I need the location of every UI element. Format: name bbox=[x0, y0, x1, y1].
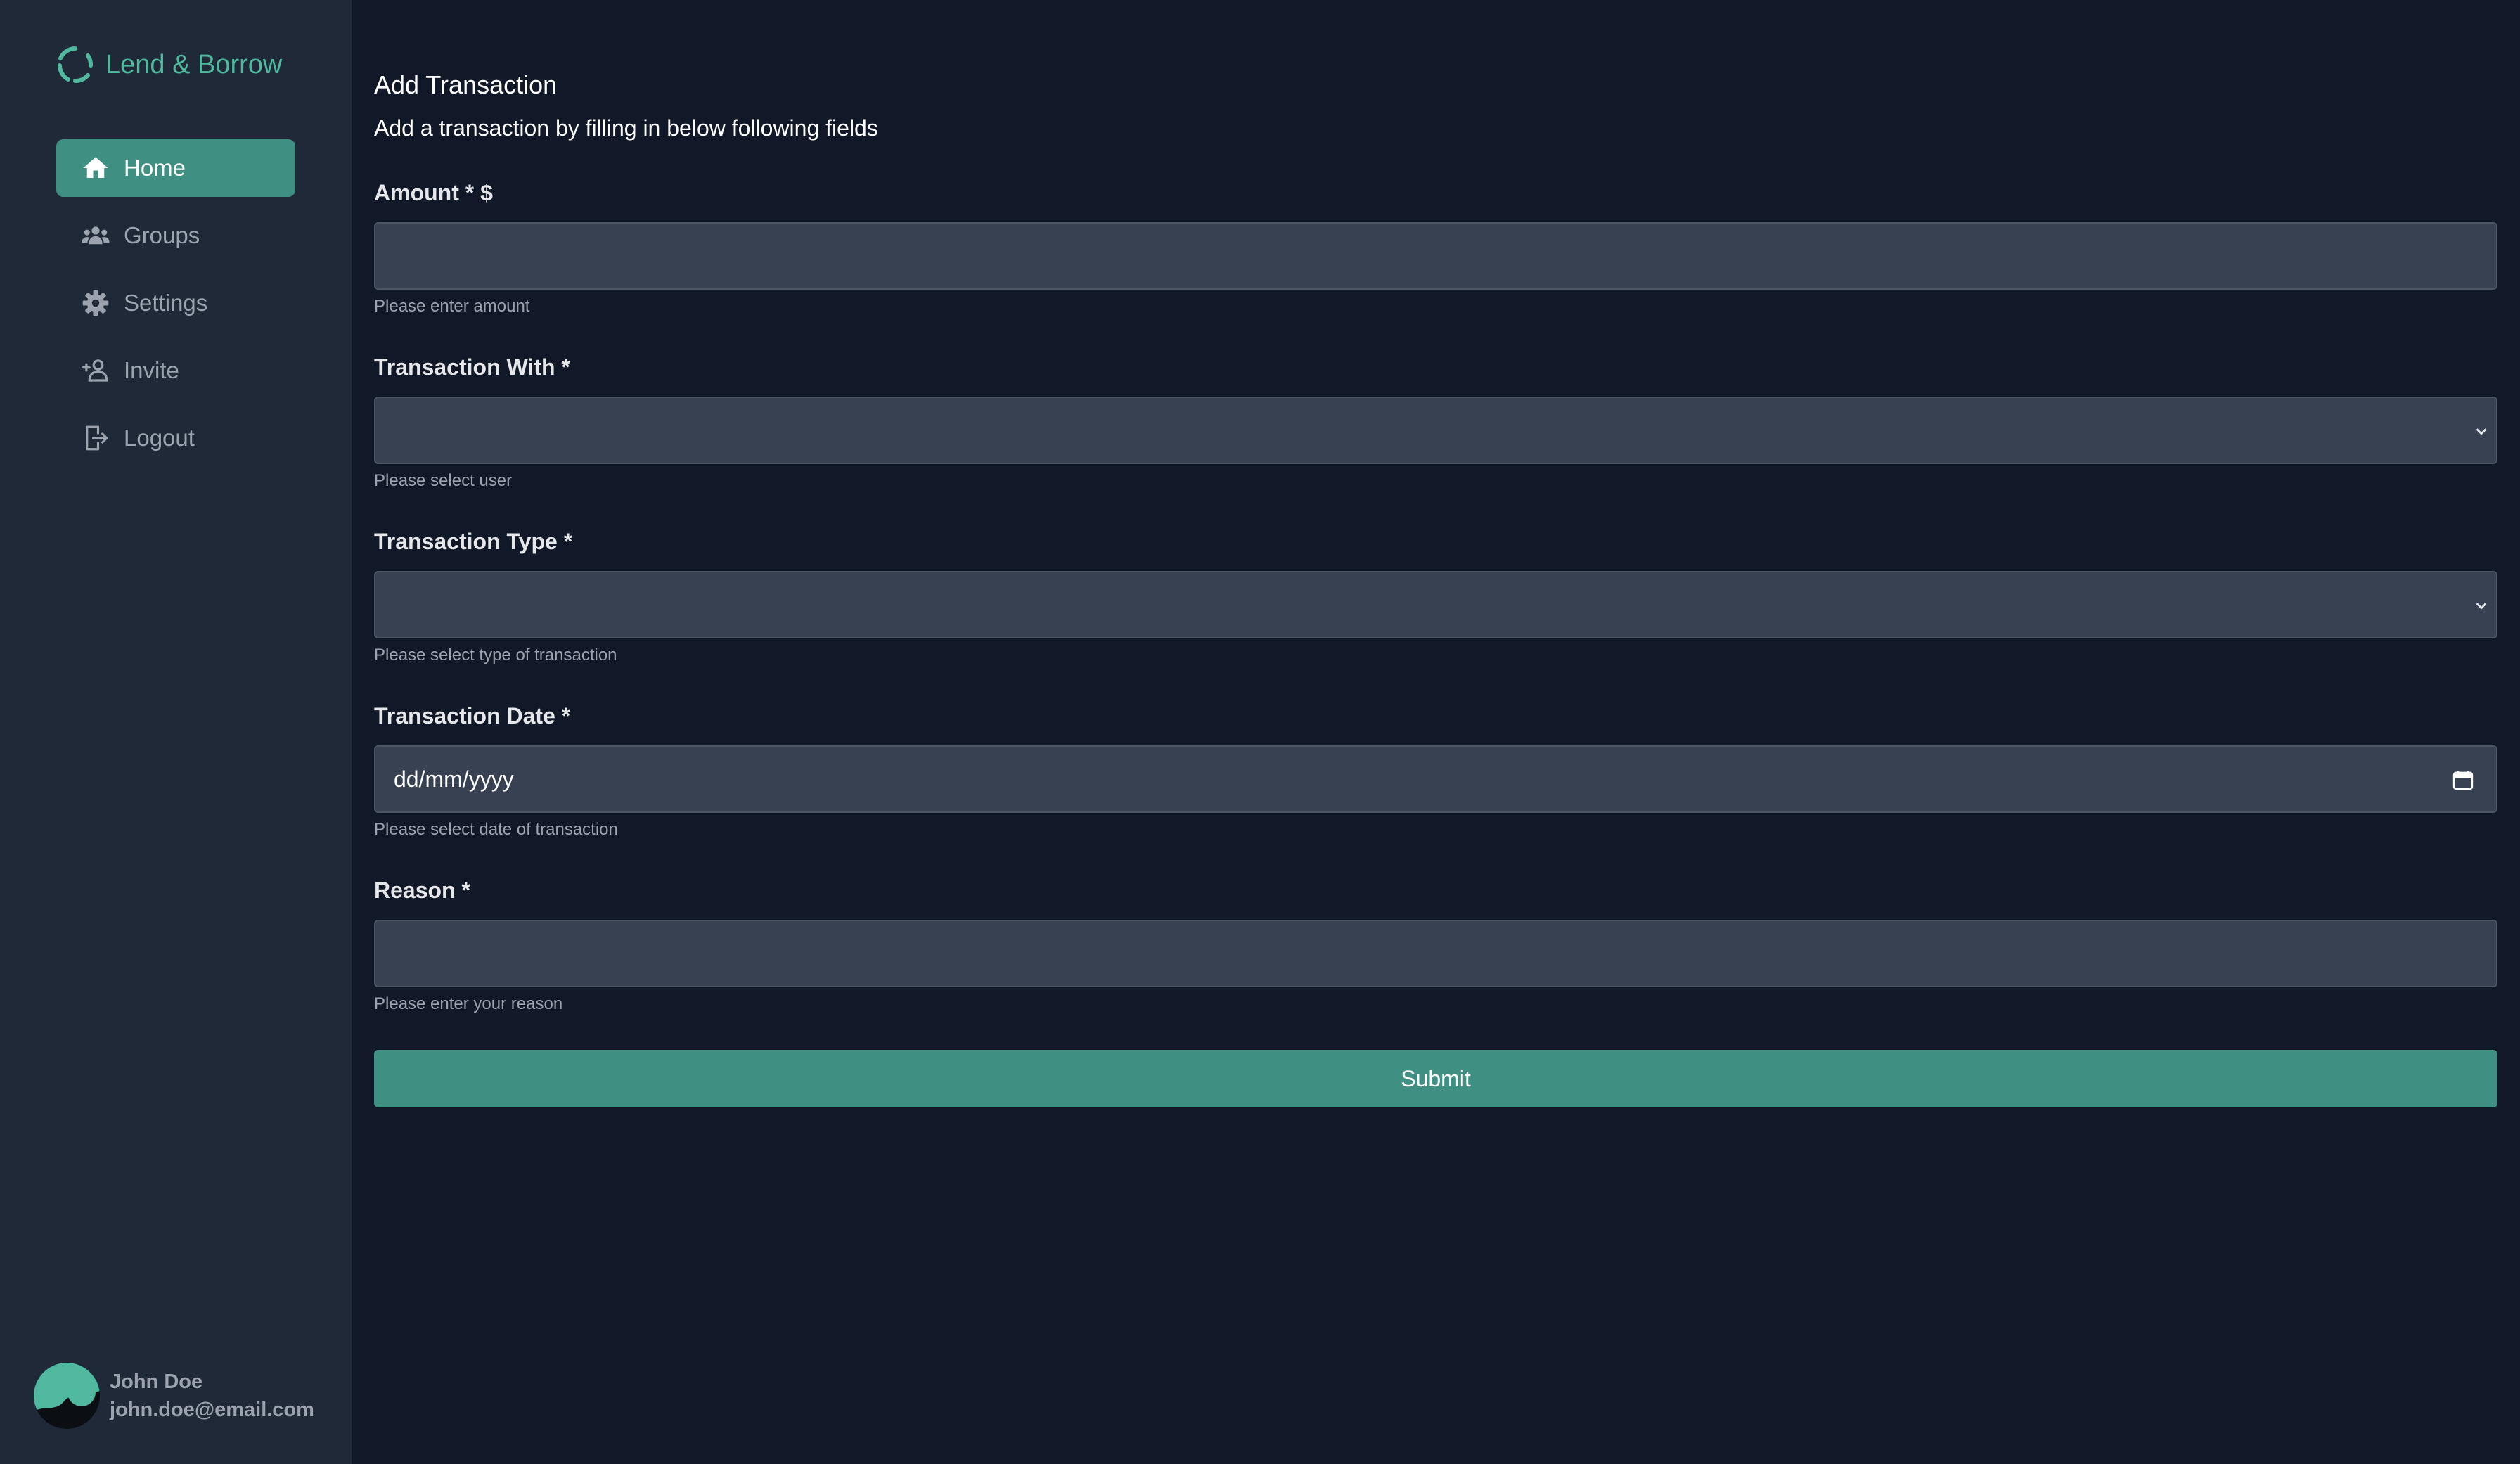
amount-helper: Please enter amount bbox=[374, 297, 530, 316]
page-subtitle: Add a transaction by filling in below fo… bbox=[374, 115, 878, 141]
user-profile[interactable]: John Doe john.doe@email.com bbox=[34, 1363, 314, 1429]
amount-input[interactable] bbox=[374, 222, 2498, 290]
home-icon bbox=[80, 153, 111, 184]
sidebar-item-label: Invite bbox=[124, 357, 179, 383]
user-name: John Doe bbox=[110, 1370, 203, 1393]
sidebar-item-label: Logout bbox=[124, 425, 195, 451]
chevron-down-icon bbox=[2476, 428, 2487, 435]
reason-helper: Please enter your reason bbox=[374, 994, 563, 1013]
transaction-type-label: Transaction Type * bbox=[374, 529, 573, 554]
sidebar-item-invite[interactable]: Invite bbox=[56, 342, 295, 399]
spinner-ring-icon bbox=[58, 46, 93, 83]
users-icon bbox=[80, 220, 111, 251]
submit-button[interactable]: Submit bbox=[374, 1050, 2498, 1107]
avatar bbox=[34, 1363, 100, 1429]
amount-label: Amount * $ bbox=[374, 180, 493, 205]
sidebar-nav: Home Groups Settings Invite Logout bbox=[56, 139, 295, 477]
app-name: Lend & Borrow bbox=[105, 49, 283, 79]
logout-icon bbox=[80, 423, 111, 454]
transaction-date-helper: Please select date of transaction bbox=[374, 820, 618, 839]
page-title: Add Transaction bbox=[374, 70, 558, 99]
transaction-type-select[interactable] bbox=[374, 571, 2498, 638]
sidebar-item-label: Settings bbox=[124, 290, 208, 316]
user-plus-icon bbox=[80, 355, 111, 386]
transaction-date-label: Transaction Date * bbox=[374, 703, 571, 728]
brand[interactable]: Lend & Borrow bbox=[55, 42, 282, 87]
date-placeholder: dd/mm/yyyy bbox=[394, 766, 514, 792]
chevron-down-icon bbox=[2476, 603, 2487, 610]
transaction-type-helper: Please select type of transaction bbox=[374, 646, 617, 664]
sidebar-item-label: Home bbox=[124, 155, 186, 181]
user-info: John Doe john.doe@email.com bbox=[110, 1368, 314, 1424]
app-root: Lend & Borrow Home Groups Settings Invit… bbox=[0, 0, 2520, 1464]
transaction-with-helper: Please select user bbox=[374, 471, 513, 490]
sidebar-item-logout[interactable]: Logout bbox=[56, 409, 295, 467]
sidebar-item-settings[interactable]: Settings bbox=[56, 274, 295, 332]
transaction-with-label: Transaction With * bbox=[374, 354, 570, 380]
calendar-icon[interactable] bbox=[2451, 768, 2475, 792]
sidebar: Lend & Borrow Home Groups Settings Invit… bbox=[0, 0, 352, 1464]
gear-icon bbox=[80, 288, 111, 319]
sidebar-item-label: Groups bbox=[124, 222, 200, 248]
transaction-date-input[interactable]: dd/mm/yyyy bbox=[374, 745, 2498, 813]
sidebar-item-home[interactable]: Home bbox=[56, 139, 295, 197]
reason-input[interactable] bbox=[374, 920, 2498, 987]
transaction-with-select[interactable] bbox=[374, 397, 2498, 464]
user-email: john.doe@email.com bbox=[110, 1399, 314, 1421]
sidebar-item-groups[interactable]: Groups bbox=[56, 207, 295, 264]
reason-label: Reason * bbox=[374, 878, 470, 903]
